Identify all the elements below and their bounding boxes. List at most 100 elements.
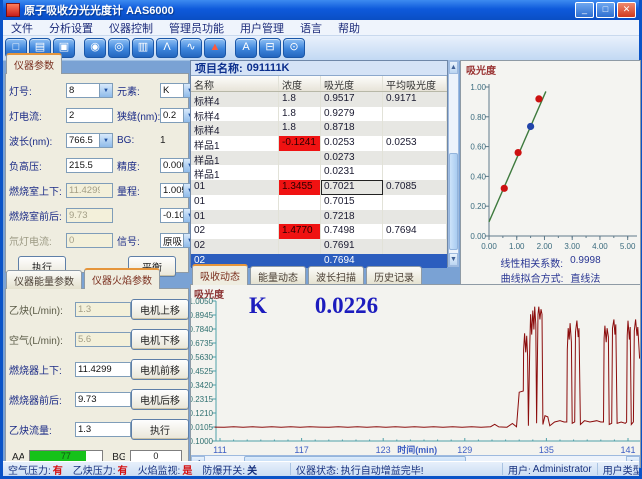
tab-absorbance-dynamics[interactable]: 吸收动态 xyxy=(192,264,248,285)
svg-text:129: 129 xyxy=(457,445,472,455)
burner-height-label: 燃烧器上下: xyxy=(9,362,75,377)
table-row[interactable]: 标样41.80.9279 xyxy=(191,107,447,122)
cell-name: 标样4 xyxy=(191,121,279,136)
lamp-position-icon[interactable]: ◉ xyxy=(84,38,106,58)
power-icon[interactable]: ⊙ xyxy=(283,38,305,58)
menu-help[interactable]: 帮助 xyxy=(330,20,368,36)
table-vertical-scrollbar[interactable]: ▲ ▼ xyxy=(448,60,459,267)
air-readonly-label: 空气(L/min): xyxy=(9,332,75,347)
column-header-0[interactable]: 名称 xyxy=(191,76,279,91)
menu-instrument-control[interactable]: 仪器控制 xyxy=(101,20,161,36)
precision-label: 精度: xyxy=(113,158,160,173)
chevron-down-icon[interactable]: ▼ xyxy=(99,134,112,147)
cell-absorbance: 0.7498 xyxy=(321,224,383,239)
minimize-button[interactable]: _ xyxy=(575,2,594,18)
range-field-value: 1.0050 xyxy=(163,185,184,196)
table-row[interactable]: 011.34550.70210.7085 xyxy=(191,180,447,195)
cell-name: 01 xyxy=(191,210,279,225)
scroll-down-icon[interactable]: ▼ xyxy=(449,253,458,266)
table-row[interactable]: 标样41.80.95170.9171 xyxy=(191,92,447,107)
menu-admin-functions[interactable]: 管理员功能 xyxy=(161,20,232,36)
safety-value: 是 xyxy=(182,463,192,475)
motor-forward-button[interactable]: 电机前移 xyxy=(131,359,189,380)
flame-execute-button[interactable]: 执行 xyxy=(131,419,189,440)
cell-concentration xyxy=(279,151,321,166)
autosampler-icon[interactable]: A xyxy=(235,38,257,58)
motor-back-button[interactable]: 电机后移 xyxy=(131,389,189,410)
acetylene-readonly-field: 1.3 xyxy=(75,302,131,317)
scroll-up-icon[interactable]: ▲ xyxy=(449,61,458,74)
menu-analysis-settings[interactable]: 分析设置 xyxy=(41,20,101,36)
burner-height-field[interactable]: 11.4299 xyxy=(75,362,131,377)
acetylene-flow-field[interactable]: 1.3 xyxy=(75,422,131,437)
auto-zero-icon[interactable]: ∿ xyxy=(180,38,202,58)
user-type-segment: 用户类型: Administrator xyxy=(598,463,639,475)
cell-concentration: 1.8 xyxy=(279,107,321,122)
svg-text:117: 117 xyxy=(294,445,308,455)
table-row[interactable]: 标样41.80.8718 xyxy=(191,121,447,136)
safety-label: 乙炔压力: xyxy=(73,463,116,475)
scrollbar-thumb[interactable] xyxy=(449,153,458,250)
instrument-field-row: 氘灯电流:0信号:原吸▼ xyxy=(6,228,188,253)
table-row[interactable]: 020.7691 xyxy=(191,239,447,254)
table-row[interactable]: 010.7015 xyxy=(191,195,447,210)
cell-absorbance: 0.7691 xyxy=(321,239,383,254)
tab-instrument-params[interactable]: 仪器参数 xyxy=(6,53,62,74)
column-header-3[interactable]: 平均吸光度 xyxy=(383,76,447,91)
table-row[interactable]: 样品1-0.12410.02530.0253 xyxy=(191,136,447,151)
column-header-1[interactable]: 浓度 xyxy=(279,76,321,91)
ignite-flame-icon[interactable]: ▲ xyxy=(204,38,226,58)
instrument-field-row: 波长(nm):766.5▼BG:1 xyxy=(6,128,188,153)
tab-wavelength-scan[interactable]: 波长扫描 xyxy=(308,266,364,285)
safety-label: 空气压力: xyxy=(8,463,51,475)
motor-up-button[interactable]: 电机上移 xyxy=(131,299,189,320)
wavelength-field[interactable]: 766.5▼ xyxy=(66,133,113,148)
menu-user-management[interactable]: 用户管理 xyxy=(232,20,292,36)
wavelength-scan-icon[interactable]: Λ xyxy=(156,38,178,58)
maximize-button[interactable]: □ xyxy=(596,2,615,18)
user-type-label: 用户类型: xyxy=(603,463,639,475)
calibration-chart: 0.000.200.400.600.801.000.001.002.003.00… xyxy=(461,73,640,256)
cell-name: 样品1 xyxy=(191,136,279,151)
range-label: 量程: xyxy=(113,183,160,198)
acetylene-flow-field-value: 1.3 xyxy=(78,424,91,435)
tab-flame-params[interactable]: 仪器火焰参数 xyxy=(84,268,160,289)
tab-history[interactable]: 历史记录 xyxy=(366,266,422,285)
lamp-current-icon[interactable]: ◎ xyxy=(108,38,130,58)
instrument-field-row: 灯号:8▼元素:K▼ xyxy=(6,78,188,103)
column-header-2[interactable]: 吸光度 xyxy=(321,76,383,91)
burner-depth-field[interactable]: 9.73 xyxy=(75,392,131,407)
menu-file[interactable]: 文件 xyxy=(3,20,41,36)
chevron-down-icon[interactable]: ▼ xyxy=(99,84,112,97)
table-row[interactable]: 样品10.0231 xyxy=(191,165,447,180)
lamp-number-field[interactable]: 8▼ xyxy=(66,83,113,98)
menu-language[interactable]: 语言 xyxy=(292,20,330,36)
dynamics-chart: 1.00500.89450.78400.67350.56300.45250.34… xyxy=(191,285,640,455)
tab-energy-params[interactable]: 仪器能量参数 xyxy=(6,270,82,289)
energy-icon[interactable]: ▥ xyxy=(132,38,154,58)
close-button[interactable]: ✕ xyxy=(617,2,636,18)
flame-field-row: 乙炔流量:1.3执行 xyxy=(6,414,188,444)
cell-absorbance: 0.8718 xyxy=(321,121,383,136)
negative-high-voltage-label: 负高压: xyxy=(9,158,66,173)
d2-lamp-current-label: 氘灯电流: xyxy=(9,233,66,248)
table-row[interactable]: 021.47700.74980.7694 xyxy=(191,224,447,239)
element-label: 元素: xyxy=(113,83,160,98)
table-row[interactable]: 01 0.7218 xyxy=(191,210,447,225)
project-name-row: 项目名称: 091111K xyxy=(191,61,447,76)
calibration-panel: 吸光度 0.000.200.400.600.801.000.001.002.00… xyxy=(460,60,641,285)
menu-bar: 文件分析设置仪器控制管理员功能用户管理语言帮助 xyxy=(3,20,639,36)
cell-absorbance: 0.7218 xyxy=(321,210,383,225)
d2-lamp-current-field-value: 0 xyxy=(69,235,74,246)
tab-energy-dynamics[interactable]: 能量动态 xyxy=(250,266,306,285)
printer-icon[interactable]: ⊟ xyxy=(259,38,281,58)
slit-label: 狭缝(nm): xyxy=(113,108,160,123)
motor-down-button[interactable]: 电机下移 xyxy=(131,329,189,350)
air-readonly-field: 5.6 xyxy=(75,332,131,347)
cell-concentration xyxy=(279,210,321,225)
cell-average-absorbance: 0.7085 xyxy=(383,180,447,195)
lamp-current-field[interactable]: 2 xyxy=(66,108,113,123)
user-label: 用户: xyxy=(508,463,531,475)
table-row[interactable]: 样品10.0273 xyxy=(191,151,447,166)
negative-high-voltage-field[interactable]: 215.5 xyxy=(66,158,113,173)
